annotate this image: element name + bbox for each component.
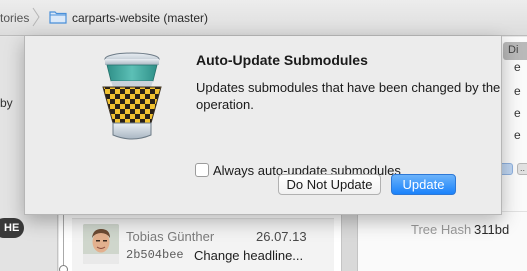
commit-hash: 2b504bee [126,248,184,262]
folder-icon [49,11,67,24]
details-edge-text: e [514,128,521,142]
toolbar: tories carparts-website (master) [0,0,527,36]
more-tags-badge[interactable]: .. [517,163,527,175]
head-badge: HE [0,218,24,238]
commit-graph-node [59,265,68,271]
dialog-title: Auto-Update Submodules [196,52,368,68]
tower-app-icon [102,52,162,140]
update-button[interactable]: Update [391,174,456,195]
avatar [83,224,119,264]
tree-hash-value: 311bd [474,222,510,237]
do-not-update-button[interactable]: Do Not Update [278,174,381,195]
details-edge-text: e [514,106,521,120]
commit-date: 26.07.13 [256,229,307,244]
auto-update-checkbox[interactable] [195,163,209,177]
left-pane-text: by [0,96,13,110]
breadcrumb-current-repository[interactable]: carparts-website (master) [72,11,208,25]
details-edge-text: e [514,60,521,74]
dialog-message: Updates submodules that have been change… [196,80,501,112]
avatar-portrait-icon [83,224,119,264]
tree-hash-label: Tree Hash [411,222,472,237]
commit-graph-line [63,214,64,271]
details-edge-text: e [514,84,521,98]
details-tab-label: Di [508,44,519,56]
commit-message: Change headline... [194,248,304,263]
breadcrumb-separator-icon [32,7,40,27]
breadcrumb-repositories[interactable]: tories [0,11,29,25]
commit-author: Tobias Günther [126,229,215,244]
